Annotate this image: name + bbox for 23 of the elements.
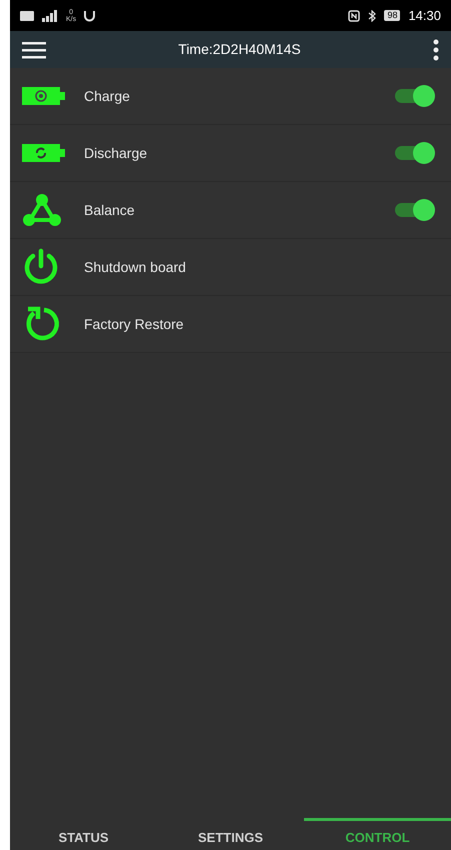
row-label: Balance bbox=[84, 200, 136, 220]
signal-icon bbox=[42, 10, 58, 22]
toggle-switch[interactable] bbox=[393, 142, 435, 164]
tab[interactable]: CONTROL bbox=[304, 818, 451, 850]
menu-icon[interactable] bbox=[22, 40, 46, 58]
tab[interactable]: SETTINGS bbox=[157, 818, 304, 850]
row-label: Discharge bbox=[84, 144, 148, 163]
row-label: Factory Restore bbox=[84, 314, 185, 334]
network-nodes-icon bbox=[22, 193, 62, 227]
battery-indicator: 98 bbox=[384, 10, 400, 21]
bluetooth-icon bbox=[368, 10, 376, 22]
row-label: Charge bbox=[84, 86, 131, 106]
battery-icon bbox=[22, 142, 66, 164]
app-title: Time:2D2H40M14S bbox=[178, 40, 301, 59]
nfc-icon bbox=[348, 10, 360, 22]
more-options-icon[interactable] bbox=[433, 38, 439, 60]
clock-time: 14:30 bbox=[408, 6, 441, 25]
battery-icon bbox=[22, 85, 66, 107]
power-icon bbox=[22, 248, 60, 286]
tab[interactable]: STATUS bbox=[10, 818, 157, 850]
toggle-switch[interactable] bbox=[393, 85, 435, 107]
toggle-switch[interactable] bbox=[393, 199, 435, 221]
row-label: Shutdown board bbox=[84, 258, 187, 276]
